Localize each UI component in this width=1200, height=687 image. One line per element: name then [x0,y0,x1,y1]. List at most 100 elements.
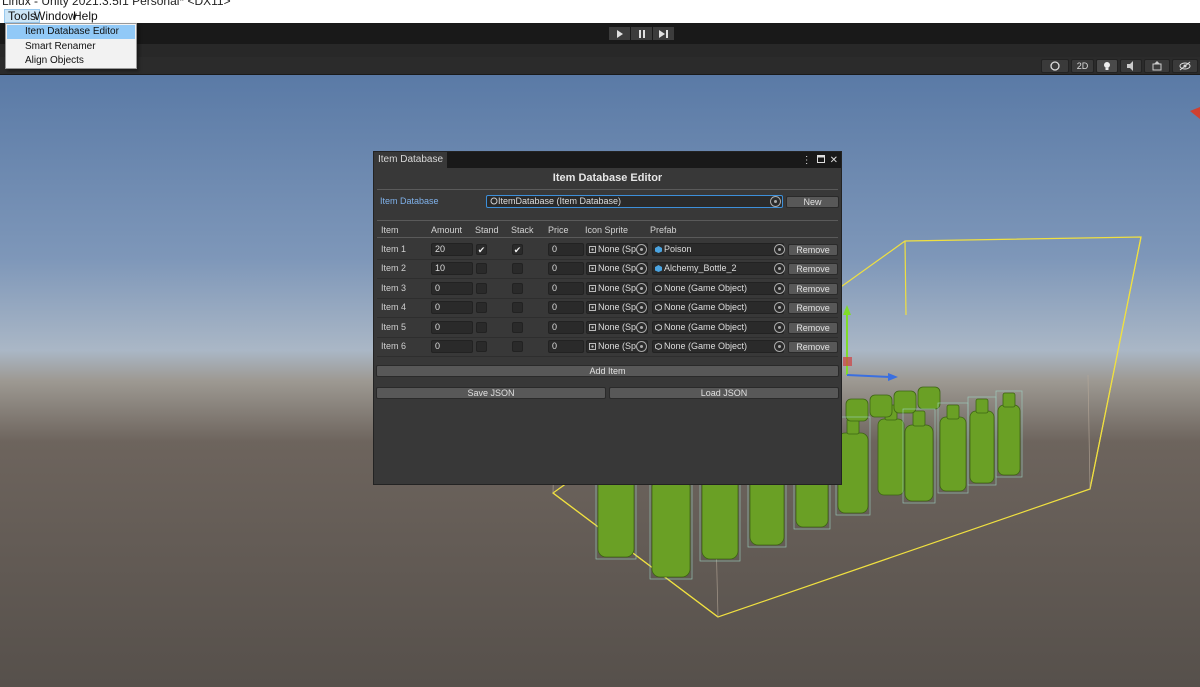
draw-mode-dropdown[interactable] [1041,59,1069,73]
remove-button[interactable]: Remove [788,302,838,315]
add-item-button[interactable]: Add Item [376,365,839,377]
price-field[interactable]: 0 [548,340,584,353]
sprite-picker-icon[interactable] [636,244,647,255]
prefab-picker-icon[interactable] [774,341,785,352]
prefab-field[interactable]: None (Game Object) [652,320,784,334]
menu-item-align-objects[interactable]: Align Objects [7,54,135,68]
item-database-editor-window: Item Database ⋮ ✕ Item Database Editor I… [373,151,842,485]
price-field[interactable]: 0 [548,262,584,276]
prefab-picker-icon[interactable] [774,244,785,255]
tab-item-database[interactable]: Item Database [374,152,447,168]
sprite-icon [589,246,596,253]
stack-checkbox[interactable] [512,263,523,275]
prefab-value: None (Game Object) [664,302,748,313]
menu-bar: Tools Window Help [0,9,1200,23]
prefab-picker-icon[interactable] [774,321,785,333]
column-header-stand: Stand [475,225,499,235]
step-button[interactable] [653,27,674,40]
effects-icon [1152,61,1162,71]
load-json-button[interactable]: Load JSON [609,387,839,399]
stand-checkbox[interactable] [476,321,487,333]
sprite-picker-icon[interactable] [636,341,647,352]
menu-item-item-database-editor[interactable]: Item Database Editor [7,25,135,39]
scriptable-object-icon [490,197,498,205]
amount-field[interactable]: 0 [431,301,473,315]
stack-checkbox[interactable] [512,302,523,314]
stand-checkbox[interactable] [476,282,487,294]
column-header-icon-sprite: Icon Sprite [585,225,629,235]
stack-checkbox[interactable] [512,321,523,333]
column-header-price: Price [548,225,569,235]
close-icon[interactable]: ✕ [830,155,838,166]
remove-button[interactable]: Remove [788,282,838,295]
price-field[interactable]: 0 [548,320,584,334]
save-json-button[interactable]: Save JSON [376,387,606,399]
lightbulb-icon [1104,62,1110,70]
effects-dropdown[interactable] [1144,59,1170,73]
stand-checkbox[interactable] [476,302,487,314]
sprite-icon [589,284,596,292]
game-object-icon [655,284,662,292]
scene-view-toolbar: 2D [0,57,1200,75]
remove-button[interactable]: Remove [788,341,838,353]
remove-button[interactable]: Remove [788,244,838,256]
prefab-picker-icon[interactable] [774,282,785,294]
maximize-icon[interactable] [816,154,825,166]
prefab-field[interactable]: Alchemy_Bottle_2 [652,262,784,276]
price-field[interactable]: 0 [548,281,584,295]
stack-checkbox[interactable] [512,282,523,294]
stand-checkbox[interactable]: ✔ [476,244,487,255]
sprite-picker-icon[interactable] [636,321,647,333]
sprite-icon [589,304,596,312]
menu-help[interactable]: Help [70,9,101,23]
amount-field[interactable]: 0 [431,320,473,334]
stack-checkbox[interactable]: ✔ [512,244,523,255]
amount-field[interactable]: 0 [431,340,473,353]
orientation-gizmo-fragment [1190,107,1200,119]
window-title: Linux - Unity 2021.3.5f1 Personal* <DX11… [2,0,231,8]
column-header-amount: Amount [431,225,463,235]
prefab-value: None (Game Object) [664,321,748,332]
toggle-2d-button[interactable]: 2D [1071,59,1094,73]
icon-sprite-value: None (Sp [598,263,637,274]
amount-field[interactable]: 10 [431,262,473,276]
stand-checkbox[interactable] [476,341,487,352]
icon-sprite-value: None (Sp [598,244,637,254]
remove-button[interactable]: Remove [788,321,838,334]
editor-tab-bar: Item Database ⋮ ✕ [374,152,841,168]
prefab-field[interactable]: None (Game Object) [652,281,784,295]
sprite-picker-icon[interactable] [636,282,647,294]
main-toolbar [0,23,1200,44]
prefab-field[interactable]: Poison [652,243,784,256]
prefab-field[interactable]: None (Game Object) [652,301,784,315]
column-header-stack: Stack [511,225,534,235]
menu-item-smart-renamer[interactable]: Smart Renamer [7,40,135,54]
lighting-toggle[interactable] [1096,59,1118,73]
price-field[interactable]: 0 [548,243,584,256]
pause-button[interactable] [631,27,652,40]
new-database-button[interactable]: New [786,196,839,208]
audio-toggle[interactable] [1120,59,1142,73]
kebab-menu-icon[interactable]: ⋮ [802,155,812,166]
stand-checkbox[interactable] [476,263,487,275]
item-database-value: ItemDatabase (Item Database) [498,196,622,206]
remove-button[interactable]: Remove [788,263,838,276]
scene-visibility-toggle[interactable] [1172,59,1198,73]
item-label: Item 4 [381,302,407,313]
prefab-field[interactable]: None (Game Object) [652,340,784,353]
table-row: Item 2 10 0 None (Sp Alchemy_Bottle_2 Remove [377,260,838,280]
item-label: Item 6 [381,341,407,351]
price-field[interactable]: 0 [548,301,584,315]
stack-checkbox[interactable] [512,341,523,352]
transform-gizmo[interactable] [843,305,898,381]
item-database-field[interactable]: ItemDatabase (Item Database) [486,195,783,208]
prefab-value: None (Game Object) [664,341,748,351]
play-button[interactable] [609,27,630,40]
object-picker-icon[interactable] [770,196,781,207]
amount-field[interactable]: 0 [431,281,473,295]
table-row: Item 5 0 0 None (Sp None (Game Object) Remove [377,319,838,338]
table-row: Item 4 0 0 None (Sp None (Game Object) Remove [377,299,838,319]
amount-field[interactable]: 20 [431,243,473,256]
item-label: Item 5 [381,321,407,332]
shading-mode-icon [1050,61,1060,71]
